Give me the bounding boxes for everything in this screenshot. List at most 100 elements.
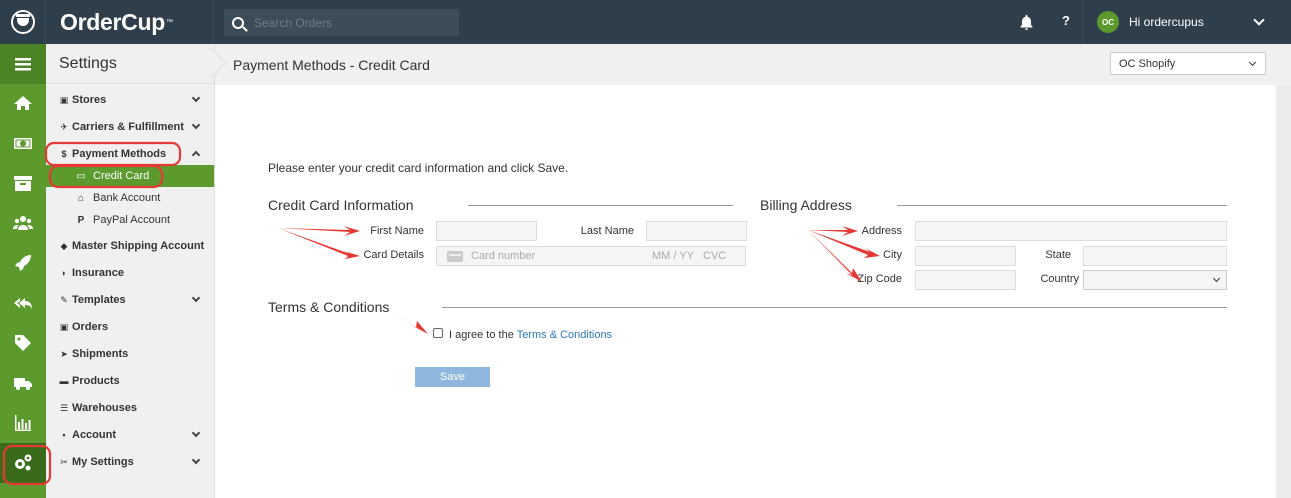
truck-icon[interactable] <box>0 363 46 403</box>
credit-card-icon: ▭ <box>76 170 86 182</box>
address-input[interactable] <box>915 221 1227 241</box>
sidebar-subitem-label: Bank Account <box>93 192 161 204</box>
store-select-value: OC Shopify <box>1119 57 1176 70</box>
user-greeting: Hi ordercupus <box>1129 15 1204 29</box>
bell-icon[interactable] <box>1019 14 1033 30</box>
sidebar-item-warehouses[interactable]: ☰ Warehouses <box>46 395 214 421</box>
card-cvc-placeholder: CVC <box>703 250 727 262</box>
chevron-down-icon <box>191 120 201 130</box>
store-select[interactable]: OC Shopify <box>1110 52 1266 75</box>
graduation-cap-icon: ◆ <box>60 240 68 251</box>
rocket-icon: ➤ <box>60 348 68 359</box>
first-name-input[interactable] <box>436 221 537 241</box>
rocket-icon[interactable] <box>0 243 46 283</box>
chevron-down-icon <box>191 93 201 103</box>
sidebar-subitem-credit-card[interactable]: ▭ Credit Card <box>46 165 214 187</box>
chevron-down-icon <box>191 428 201 438</box>
agree-prefix: I agree to the <box>449 329 517 341</box>
sidebar-item-my-settings[interactable]: ✂ My Settings <box>46 449 214 475</box>
sidebar-item-account[interactable]: ▪ Account <box>46 422 214 448</box>
archive-icon: ▬ <box>59 376 69 386</box>
country-select[interactable] <box>1083 270 1227 290</box>
plane-icon: ✈ <box>60 121 68 132</box>
tag-icon[interactable] <box>0 323 46 363</box>
sidebar-item-label: Warehouses <box>72 402 138 414</box>
sidebar-item-label: Orders <box>72 321 109 333</box>
card-expiry-placeholder: MM / YY <box>652 250 694 262</box>
agree-text: I agree to the Terms & Conditions <box>449 329 612 341</box>
sidebar-item-label: My Settings <box>72 456 134 468</box>
logo-icon[interactable] <box>0 0 46 44</box>
chevron-down-icon <box>191 293 201 303</box>
billing-heading: Billing Address <box>760 197 852 213</box>
archive-icon[interactable] <box>0 163 46 203</box>
icon-rail <box>0 44 46 498</box>
sidebar-subitem-bank-account[interactable]: ⌂ Bank Account <box>46 187 214 209</box>
gift-icon: ▣ <box>59 94 69 105</box>
settings-icon[interactable] <box>0 443 46 483</box>
sidebar-item-carriers[interactable]: ✈ Carriers & Fulfillment <box>46 114 214 140</box>
database-icon: ☰ <box>59 402 69 413</box>
chevron-down-icon <box>1212 274 1221 283</box>
sidebar-subitem-label: Credit Card <box>93 170 150 182</box>
zip-label: Zip Code <box>857 273 902 285</box>
paypal-icon: P <box>77 214 85 226</box>
sidebar-item-stores[interactable]: ▣ Stores <box>46 87 214 113</box>
chevron-down-icon <box>1248 58 1257 67</box>
sidebar-item-shipments[interactable]: ➤ Shipments <box>46 341 214 367</box>
sidebar-subitem-paypal-account[interactable]: P PayPal Account <box>46 209 214 231</box>
bank-icon: ⌂ <box>77 192 85 204</box>
sidebar-item-insurance[interactable]: ◗ Insurance <box>46 260 214 286</box>
shield-icon: ◗ <box>61 268 67 278</box>
sidebar-item-products[interactable]: ▬ Products <box>46 368 214 394</box>
credit-card-icon <box>447 250 463 262</box>
sidebar-item-templates[interactable]: ✎ Templates <box>46 287 214 313</box>
brand-name: OrderCup <box>60 8 165 35</box>
chevron-up-icon <box>191 150 201 160</box>
money-icon[interactable] <box>0 123 46 163</box>
sidebar-item-orders[interactable]: ▣ Orders <box>46 314 214 340</box>
wrench-icon: ✂ <box>60 456 68 467</box>
terms-link[interactable]: Terms & Conditions <box>517 329 612 341</box>
page-title: Payment Methods - Credit Card <box>233 56 430 73</box>
edit-icon: ✎ <box>60 294 68 305</box>
sidebar-item-master-shipping-account[interactable]: ◆ Master Shipping Account <box>46 233 214 259</box>
user-menu[interactable]: OC Hi ordercupus <box>1082 0 1291 44</box>
menu-icon[interactable] <box>0 44 46 84</box>
chevron-down-icon <box>1253 14 1265 26</box>
form-panel <box>215 85 1276 498</box>
brand-trademark: ™ <box>165 18 173 26</box>
form-intro: Please enter your credit card informatio… <box>268 161 569 175</box>
agree-checkbox[interactable] <box>433 328 443 338</box>
country-label: Country <box>1040 273 1079 285</box>
brand-logo[interactable]: OrderCup ™ <box>46 0 214 44</box>
sidebar-item-label: Payment Methods <box>72 148 167 160</box>
sidebar-subitem-label: PayPal Account <box>93 214 171 226</box>
save-button[interactable]: Save <box>415 367 490 387</box>
users-icon[interactable] <box>0 203 46 243</box>
sidebar-item-label: Account <box>72 429 116 441</box>
dollar-icon: $ <box>61 149 67 159</box>
sidebar-item-label: Products <box>72 375 120 387</box>
last-name-input[interactable] <box>646 221 747 241</box>
sidebar-item-label: Shipments <box>72 348 129 360</box>
sidebar-item-payment-methods[interactable]: $ Payment Methods <box>46 141 214 167</box>
reply-all-icon[interactable] <box>0 283 46 323</box>
search-box[interactable] <box>224 9 459 36</box>
sidebar-item-label: Stores <box>72 94 107 106</box>
sidebar-item-label: Templates <box>72 294 126 306</box>
search-input[interactable] <box>254 15 454 30</box>
home-icon[interactable] <box>0 83 46 123</box>
sidebar-item-label: Insurance <box>72 267 124 279</box>
settings-sidebar: Settings ▣ Stores ✈ Carriers & Fulfillment… <box>46 44 215 498</box>
state-input[interactable] <box>1083 246 1227 266</box>
help-icon[interactable]: ? <box>1062 13 1070 28</box>
card-details-label: Card Details <box>363 249 424 261</box>
address-label: Address <box>861 225 902 237</box>
first-name-label: First Name <box>370 225 424 237</box>
divider <box>897 205 1227 206</box>
scrollbar[interactable] <box>1276 85 1291 498</box>
card-details-input[interactable]: Card number MM / YY CVC <box>436 246 746 266</box>
chart-icon[interactable] <box>0 403 46 443</box>
chevron-down-icon <box>191 455 201 465</box>
